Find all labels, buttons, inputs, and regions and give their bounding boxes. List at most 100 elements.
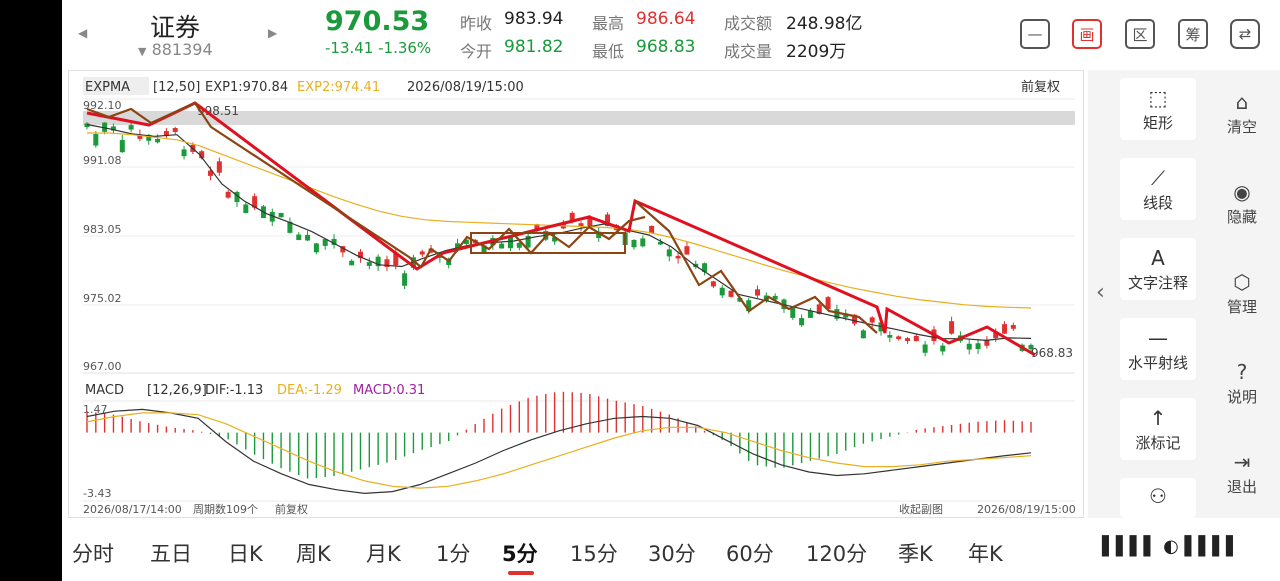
tab-monthly-k[interactable]: 月K [366, 538, 401, 568]
figure-icon: ⚇ [1149, 484, 1167, 508]
tool-label: 涨标记 [1135, 434, 1181, 452]
candle-body [922, 344, 928, 353]
tab-weekly-k[interactable]: 周K [296, 538, 331, 568]
line-segment-icon: ⟋ [1151, 166, 1165, 190]
candle-body [119, 140, 125, 153]
tab-five-day[interactable]: 五日 [150, 538, 192, 568]
tool-rectangle[interactable]: ⬚ 矩形 [1120, 78, 1196, 140]
tool-label: 水平射线 [1127, 354, 1188, 372]
candle-body [296, 234, 302, 240]
candle-body [913, 335, 919, 342]
app-window: ◀ 证券 ▼ 881394 ▶ 970.53 -13.41 -1.36% 昨收 … [62, 0, 1280, 581]
tab-intraday[interactable]: 分时 [72, 538, 114, 568]
adjust-selector[interactable]: 前复权 [1021, 79, 1060, 95]
side-manage[interactable]: ⬡ 管理 [1214, 270, 1270, 317]
trend-line-drawing [86, 101, 1036, 357]
high-value: 986.64 [636, 9, 696, 29]
candle-body [313, 243, 319, 253]
stock-name: 证券 [150, 13, 201, 42]
indicator-icons[interactable]: ▌▌▌▌ ◐ ▌▌▌▌ [1102, 536, 1240, 557]
side-exit[interactable]: ⇥ 退出 [1214, 450, 1270, 497]
quote-header: ◀ 证券 ▼ 881394 ▶ 970.53 -13.41 -1.36% 昨收 … [62, 0, 1280, 66]
y-tick-label: 991.08 [83, 154, 122, 167]
candle-body [904, 338, 910, 342]
prev-stock-arrow-icon[interactable]: ◀ [78, 26, 87, 40]
tab-60min[interactable]: 60分 [726, 538, 774, 568]
stock-code[interactable]: ▼ 881394 [138, 40, 213, 59]
dea-value: DEA:-1.29 [277, 383, 342, 398]
tab-quarterly-k[interactable]: 季K [898, 538, 933, 568]
rectangle-icon: ⬚ [1148, 86, 1168, 110]
macd-params: [12,26,9] [147, 383, 207, 398]
minus-box-icon[interactable]: — [1020, 19, 1050, 49]
volume-value: 2209万 [786, 42, 847, 62]
candle-body [128, 125, 134, 130]
tool-label: 文字注释 [1127, 274, 1188, 292]
volume-label: 成交量 [724, 42, 773, 61]
end-time: 2026/08/19/15:00 [977, 503, 1076, 516]
exp1-value: EXP1:970.84 [205, 80, 288, 95]
candle-body [631, 239, 637, 248]
tab-daily-k[interactable]: 日K [228, 538, 263, 568]
expma-params: [12,50] [153, 80, 200, 95]
side-label: 清空 [1226, 118, 1257, 136]
chip-icon[interactable]: 筹 [1178, 19, 1208, 49]
prev-close-value: 983.94 [504, 9, 564, 29]
macd-histogram [86, 391, 1032, 479]
exp2-value: EXP2:974.41 [297, 80, 380, 95]
horizontal-ray-icon: — [1148, 326, 1168, 350]
macd-label[interactable]: MACD [85, 383, 124, 398]
stock-code-value: 881394 [151, 40, 213, 59]
candle-body [499, 243, 505, 249]
side-hide[interactable]: ◉ 隐藏 [1214, 180, 1270, 227]
prev-close-label: 昨收 [460, 14, 493, 33]
candle-body [896, 336, 902, 340]
open-label: 今开 [460, 42, 493, 61]
expma-label[interactable]: EXPMA [85, 80, 130, 95]
candle-body [728, 290, 734, 297]
side-help[interactable]: ? 说明 [1214, 360, 1270, 407]
candle-body [93, 134, 99, 146]
zigzag-drawing [86, 101, 646, 269]
tab-5min[interactable]: 5分 [502, 538, 538, 568]
side-label: 退出 [1226, 478, 1257, 496]
region-icon[interactable]: 区 [1125, 19, 1155, 49]
tab-120min[interactable]: 120分 [806, 538, 867, 568]
candle-body [719, 287, 725, 296]
candle-body [640, 238, 646, 247]
tab-15min[interactable]: 15分 [570, 538, 618, 568]
up-mark-icon: ↑ [1149, 406, 1167, 430]
candle-body [402, 273, 408, 286]
tab-30min[interactable]: 30分 [648, 538, 696, 568]
collapse-panel-icon[interactable]: ‹ [1096, 280, 1105, 305]
tab-yearly-k[interactable]: 年K [968, 538, 1003, 568]
tab-1min[interactable]: 1分 [436, 538, 470, 568]
tool-more[interactable]: ⚇ [1120, 478, 1196, 518]
candle-body [799, 318, 805, 326]
next-stock-arrow-icon[interactable]: ▶ [268, 26, 277, 40]
macd-lines [86, 408, 1032, 495]
period-count: 周期数109个 [193, 503, 258, 516]
candle-body [243, 204, 249, 213]
candle-body [675, 255, 681, 259]
tool-horizontal-ray[interactable]: — 水平射线 [1120, 318, 1196, 380]
candle-body [966, 343, 972, 350]
candle-body [181, 149, 187, 157]
side-label: 隐藏 [1226, 208, 1257, 226]
candle-body [940, 345, 946, 352]
draw-icon[interactable]: 画 [1072, 19, 1102, 49]
tool-text-annotation[interactable]: A 文字注释 [1120, 238, 1196, 300]
tool-line-segment[interactable]: ⟋ 线段 [1120, 158, 1196, 220]
chart-panel[interactable]: EXPMA [12,50] EXP1:970.84 EXP2:974.41 20… [68, 70, 1084, 518]
tool-up-mark[interactable]: ↑ 涨标记 [1120, 398, 1196, 460]
kline-chart[interactable]: EXPMA [12,50] EXP1:970.84 EXP2:974.41 20… [69, 71, 1083, 517]
user-drawings[interactable] [86, 101, 1036, 357]
last-price-label: 968.83 [1031, 346, 1073, 360]
low-label: 最低 [592, 42, 625, 61]
price-change: -13.41 -1.36% [325, 39, 432, 57]
candle-body [278, 212, 284, 218]
candle-body [1002, 324, 1008, 334]
fold-subchart-button[interactable]: 收起副图 [899, 502, 943, 516]
side-clear[interactable]: ⌂ 清空 [1214, 90, 1270, 137]
switch-device-icon[interactable]: ⇄ [1230, 19, 1260, 49]
